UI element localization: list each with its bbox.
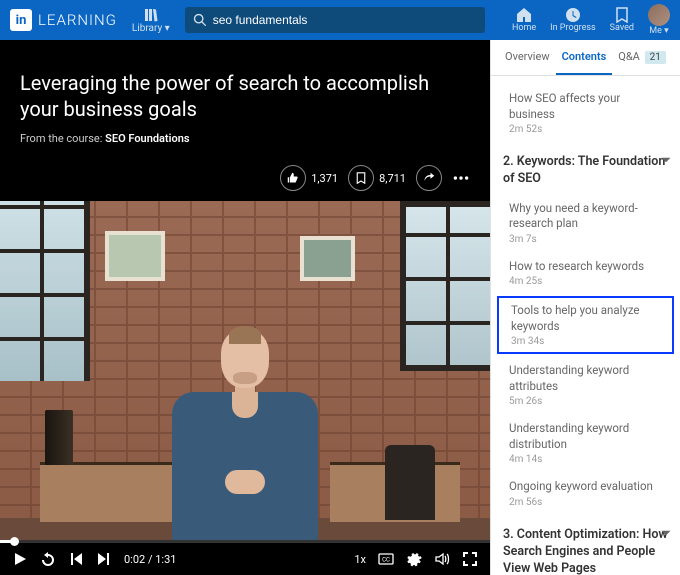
- lesson-title: How to research keywords: [509, 259, 668, 275]
- lesson-duration: 3m 34s: [511, 336, 662, 347]
- tab-overview[interactable]: Overview: [499, 40, 556, 75]
- speed-button[interactable]: 1x: [354, 553, 366, 566]
- lesson-item[interactable]: Tools to help you analyze keywords 3m 34s: [497, 296, 674, 354]
- share-icon: [423, 172, 435, 184]
- top-header: in LEARNING Library ▾ Home In Progress S…: [0, 0, 680, 40]
- search-box[interactable]: [185, 7, 485, 33]
- player-controls: 0:02 / 1:31 1x CC: [0, 543, 490, 575]
- qa-count-badge: 21: [645, 51, 666, 64]
- play-icon[interactable]: [12, 551, 28, 567]
- video-title: Leveraging the power of search to accomp…: [20, 70, 470, 122]
- settings-icon[interactable]: [406, 551, 422, 567]
- nav-items: Home In Progress Saved Me ▾: [512, 4, 670, 36]
- video-frame[interactable]: [0, 201, 490, 540]
- home-icon: [516, 7, 532, 23]
- tab-contents[interactable]: Contents: [556, 40, 613, 75]
- cc-icon[interactable]: CC: [378, 551, 394, 567]
- nav-me[interactable]: Me ▾: [648, 4, 670, 36]
- clock-icon: [565, 7, 581, 23]
- more-icon[interactable]: [452, 169, 470, 187]
- video-actions: 1,371 8,711: [0, 155, 490, 201]
- tabs: Overview Contents Q&A 21: [491, 40, 680, 76]
- time-display: 0:02 / 1:31: [124, 553, 176, 566]
- svg-text:CC: CC: [382, 557, 390, 564]
- lesson-duration: 2m 56s: [509, 497, 668, 508]
- lesson-duration: 2m 52s: [509, 124, 668, 135]
- lesson-item[interactable]: How to research keywords4m 25s: [491, 252, 680, 295]
- nav-home[interactable]: Home: [512, 7, 536, 33]
- progress-bar[interactable]: [0, 540, 490, 543]
- library-icon: [143, 7, 159, 23]
- replay-10-icon[interactable]: [40, 551, 56, 567]
- chevron-down-icon: [660, 154, 672, 166]
- video-pane: Leveraging the power of search to accomp…: [0, 40, 490, 575]
- prev-track-icon[interactable]: [68, 551, 84, 567]
- video-header: Leveraging the power of search to accomp…: [0, 40, 490, 155]
- chevron-down-icon: [660, 527, 672, 539]
- section-header[interactable]: 3. Content Optimization: How Search Engi…: [491, 515, 680, 575]
- lesson-title: Understanding keyword distribution: [509, 421, 668, 452]
- lesson-duration: 3m 7s: [509, 234, 668, 245]
- lesson-title: Tools to help you analyze keywords: [511, 303, 662, 334]
- lesson-item[interactable]: Why you need a keyword-research plan 3m 7…: [491, 194, 680, 252]
- bookmark-icon: [355, 172, 367, 184]
- nav-saved[interactable]: Saved: [610, 7, 634, 33]
- lesson-title: How SEO affects your business: [509, 91, 668, 122]
- linkedin-in-icon: in: [10, 9, 32, 31]
- fullscreen-icon[interactable]: [462, 551, 478, 567]
- lesson-duration: 4m 25s: [509, 276, 668, 287]
- lesson-item[interactable]: Understanding keyword attributes 5m 26s: [491, 356, 680, 414]
- avatar: [648, 4, 670, 26]
- library-dropdown[interactable]: Library ▾: [127, 7, 175, 34]
- logo[interactable]: in LEARNING: [10, 9, 117, 31]
- share-button[interactable]: [416, 165, 442, 191]
- lesson-title: Why you need a keyword-research plan: [509, 201, 668, 232]
- tab-qa[interactable]: Q&A 21: [612, 40, 672, 75]
- course-from: From the course: SEO Foundations: [20, 132, 470, 145]
- sidebar: Overview Contents Q&A 21 How SEO affects…: [490, 40, 680, 575]
- lesson-item[interactable]: Ongoing keyword evaluation 2m 56s: [491, 472, 680, 515]
- search-icon: [193, 13, 207, 27]
- lesson-item[interactable]: Understanding keyword distribution 4m 14s: [491, 414, 680, 472]
- like-button[interactable]: 1,371: [280, 165, 338, 191]
- lesson-title: Ongoing keyword evaluation: [509, 479, 668, 495]
- lesson-duration: 4m 14s: [509, 454, 668, 465]
- next-track-icon[interactable]: [96, 551, 112, 567]
- search-input[interactable]: [207, 13, 477, 27]
- logo-text: LEARNING: [38, 11, 117, 29]
- volume-icon[interactable]: [434, 551, 450, 567]
- save-button[interactable]: 8,711: [348, 165, 406, 191]
- course-name-link[interactable]: SEO Foundations: [105, 132, 189, 145]
- thumbs-up-icon: [287, 172, 299, 184]
- lesson-title: Understanding keyword attributes: [509, 363, 668, 394]
- lesson-duration: 5m 26s: [509, 396, 668, 407]
- lesson-item[interactable]: How SEO affects your business 2m 52s: [491, 84, 680, 142]
- section-header[interactable]: 2. Keywords: The Foundation of SEO: [491, 142, 680, 194]
- nav-in-progress[interactable]: In Progress: [550, 7, 596, 33]
- bookmark-icon: [614, 7, 630, 23]
- contents-list: How SEO affects your business 2m 52s 2. Ke…: [491, 76, 680, 575]
- main-content: Leveraging the power of search to accomp…: [0, 40, 680, 575]
